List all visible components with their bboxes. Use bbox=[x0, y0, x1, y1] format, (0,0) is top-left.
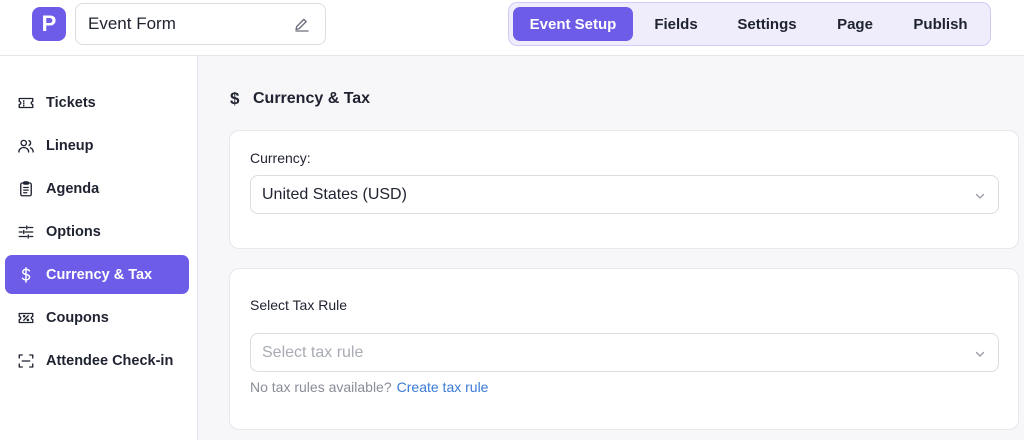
tab-event-setup[interactable]: Event Setup bbox=[513, 7, 633, 41]
top-header: P Event Form Event Setup Fields Settings… bbox=[0, 0, 1024, 56]
scan-icon bbox=[18, 353, 34, 368]
sidebar-item-label: Options bbox=[46, 223, 101, 240]
currency-select-value: United States (USD) bbox=[262, 185, 407, 203]
tax-rule-select[interactable]: Select tax rule bbox=[250, 333, 999, 372]
dollar-icon bbox=[21, 266, 31, 283]
sidebar-item-lineup[interactable]: Lineup bbox=[5, 126, 189, 165]
logo-letter: P bbox=[41, 11, 57, 36]
sidebar: Tickets Lineup Agenda Options Currency &… bbox=[0, 56, 198, 440]
create-tax-rule-link[interactable]: Create tax rule bbox=[397, 379, 489, 395]
tax-card: Select Tax Rule Select tax rule No tax r… bbox=[229, 268, 1019, 430]
sidebar-item-options[interactable]: Options bbox=[5, 212, 189, 251]
top-tabs: Event Setup Fields Settings Page Publish bbox=[508, 2, 991, 46]
sidebar-item-currency-tax[interactable]: Currency & Tax bbox=[5, 255, 189, 294]
tab-page[interactable]: Page bbox=[815, 7, 895, 41]
currency-card: Currency: United States (USD) bbox=[229, 130, 1019, 249]
sidebar-item-label: Currency & Tax bbox=[46, 266, 153, 283]
form-title-field[interactable]: Event Form bbox=[75, 3, 326, 45]
sidebar-item-label: Tickets bbox=[46, 94, 96, 111]
tax-help-text: No tax rules available? bbox=[250, 379, 392, 395]
ticket-icon bbox=[18, 97, 34, 108]
currency-label: Currency: bbox=[250, 150, 311, 166]
sidebar-item-label: Lineup bbox=[46, 137, 94, 154]
sidebar-item-agenda[interactable]: Agenda bbox=[5, 169, 189, 208]
sidebar-item-tickets[interactable]: Tickets bbox=[5, 83, 189, 122]
coupon-icon bbox=[18, 312, 34, 323]
sidebar-item-label: Attendee Check-in bbox=[46, 352, 174, 369]
dollar-icon: $ bbox=[230, 89, 240, 108]
chevron-down-icon bbox=[975, 193, 985, 199]
form-title-text: Event Form bbox=[88, 14, 176, 33]
sliders-icon bbox=[18, 224, 34, 239]
sidebar-item-label: Agenda bbox=[46, 180, 100, 197]
chevron-down-icon bbox=[975, 351, 985, 357]
tax-rule-label: Select Tax Rule bbox=[250, 297, 348, 313]
pencil-icon[interactable] bbox=[293, 16, 311, 34]
users-icon bbox=[18, 139, 34, 153]
tab-settings[interactable]: Settings bbox=[719, 7, 815, 41]
section-title: Currency & Tax bbox=[253, 90, 371, 107]
section-header: $ Currency & Tax bbox=[230, 89, 370, 109]
tab-fields[interactable]: Fields bbox=[633, 7, 719, 41]
app-logo[interactable]: P bbox=[32, 7, 66, 41]
tax-rule-placeholder: Select tax rule bbox=[262, 343, 364, 361]
tax-help: No tax rules available? Create tax rule bbox=[250, 379, 488, 395]
sidebar-item-coupons[interactable]: Coupons bbox=[5, 298, 189, 337]
tab-publish[interactable]: Publish bbox=[895, 7, 986, 41]
sidebar-item-label: Coupons bbox=[46, 309, 109, 326]
clipboard-icon bbox=[20, 180, 32, 196]
sidebar-item-attendee-check-in[interactable]: Attendee Check-in bbox=[5, 341, 189, 380]
currency-select[interactable]: United States (USD) bbox=[250, 175, 999, 214]
